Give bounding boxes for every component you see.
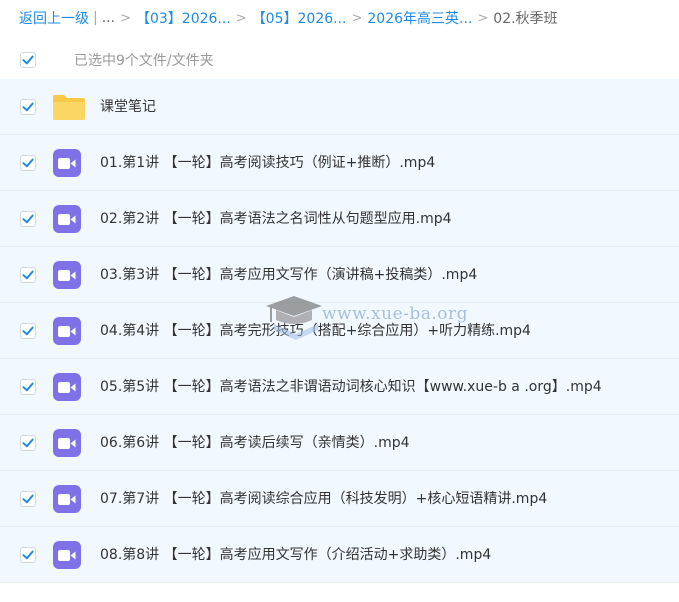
checkmark-icon [22, 438, 34, 448]
selection-bar: 已选中9个文件/文件夹 [0, 40, 679, 78]
row-checkbox[interactable] [20, 211, 36, 227]
video-file-icon [53, 317, 81, 345]
list-item[interactable]: 05.第5讲 【一轮】高考语法之非谓语动词核心知识【www.xue-b a .o… [0, 359, 679, 415]
chevron-right-icon: > [235, 10, 247, 26]
video-file-icon [53, 485, 81, 513]
file-name[interactable]: 03.第3讲 【一轮】高考应用文写作（演讲稿+投稿类）.mp4 [100, 247, 477, 303]
file-name[interactable]: 06.第6讲 【一轮】高考读后续写（亲情类）.mp4 [100, 415, 410, 471]
row-checkbox[interactable] [20, 323, 36, 339]
row-checkbox[interactable] [20, 99, 36, 115]
video-file-icon [53, 373, 81, 401]
video-file-icon [53, 429, 81, 457]
list-item[interactable]: 01.第1讲 【一轮】高考阅读技巧（例证+推断）.mp4 [0, 135, 679, 191]
breadcrumb-divider: | [93, 10, 98, 26]
breadcrumb-item-3[interactable]: 2026年高三英... [367, 8, 472, 28]
row-checkbox[interactable] [20, 547, 36, 563]
chevron-right-icon: > [351, 10, 363, 26]
row-checkbox[interactable] [20, 435, 36, 451]
breadcrumb-current: 02.秋季班 [493, 11, 558, 27]
file-list: 课堂笔记 01.第1讲 【一轮】高考阅读技巧（例证+推断）.mp4 02.第2讲… [0, 79, 679, 583]
checkmark-icon [22, 494, 34, 504]
breadcrumb-ellipsis[interactable]: ... [102, 10, 115, 26]
selection-count: 已选中9个文件/文件夹 [74, 53, 214, 69]
row-checkbox[interactable] [20, 491, 36, 507]
row-checkbox[interactable] [20, 379, 36, 395]
file-name[interactable]: 07.第7讲 【一轮】高考阅读综合应用（科技发明）+核心短语精讲.mp4 [100, 471, 547, 527]
list-item[interactable]: 08.第8讲 【一轮】高考应用文写作（介绍活动+求助类）.mp4 [0, 527, 679, 583]
video-file-icon [53, 541, 81, 569]
file-name[interactable]: 课堂笔记 [100, 79, 156, 135]
checkmark-icon [22, 214, 34, 224]
video-file-icon [53, 149, 81, 177]
checkmark-icon [22, 55, 34, 65]
chevron-right-icon: > [120, 10, 131, 26]
row-checkbox[interactable] [20, 267, 36, 283]
chevron-right-icon: > [477, 10, 489, 26]
select-all-checkbox[interactable] [20, 52, 36, 68]
breadcrumb-item-1[interactable]: 【03】2026... [136, 8, 231, 28]
breadcrumb: 返回上一级 | ... > 【03】2026... > 【05】2026... … [0, 0, 679, 36]
video-file-icon [53, 261, 81, 289]
list-item[interactable]: 课堂笔记 [0, 79, 679, 135]
row-checkbox[interactable] [20, 155, 36, 171]
file-name[interactable]: 01.第1讲 【一轮】高考阅读技巧（例证+推断）.mp4 [100, 135, 435, 191]
checkmark-icon [22, 270, 34, 280]
folder-icon [53, 95, 85, 120]
back-link[interactable]: 返回上一级 [19, 8, 89, 28]
list-item[interactable]: 07.第7讲 【一轮】高考阅读综合应用（科技发明）+核心短语精讲.mp4 [0, 471, 679, 527]
checkmark-icon [22, 550, 34, 560]
list-item[interactable]: 03.第3讲 【一轮】高考应用文写作（演讲稿+投稿类）.mp4 [0, 247, 679, 303]
list-item[interactable]: 04.第4讲 【一轮】高考完形技巧（搭配+综合应用）+听力精练.mp4 [0, 303, 679, 359]
file-name[interactable]: 04.第4讲 【一轮】高考完形技巧（搭配+综合应用）+听力精练.mp4 [100, 303, 531, 359]
list-item[interactable]: 06.第6讲 【一轮】高考读后续写（亲情类）.mp4 [0, 415, 679, 471]
breadcrumb-item-2[interactable]: 【05】2026... [252, 8, 347, 28]
checkmark-icon [22, 102, 34, 112]
file-name[interactable]: 08.第8讲 【一轮】高考应用文写作（介绍活动+求助类）.mp4 [100, 527, 491, 583]
checkmark-icon [22, 326, 34, 336]
video-file-icon [53, 205, 81, 233]
file-name[interactable]: 05.第5讲 【一轮】高考语法之非谓语动词核心知识【www.xue-b a .o… [100, 359, 602, 415]
checkmark-icon [22, 158, 34, 168]
file-name[interactable]: 02.第2讲 【一轮】高考语法之名词性从句题型应用.mp4 [100, 191, 452, 247]
list-item[interactable]: 02.第2讲 【一轮】高考语法之名词性从句题型应用.mp4 [0, 191, 679, 247]
checkmark-icon [22, 382, 34, 392]
